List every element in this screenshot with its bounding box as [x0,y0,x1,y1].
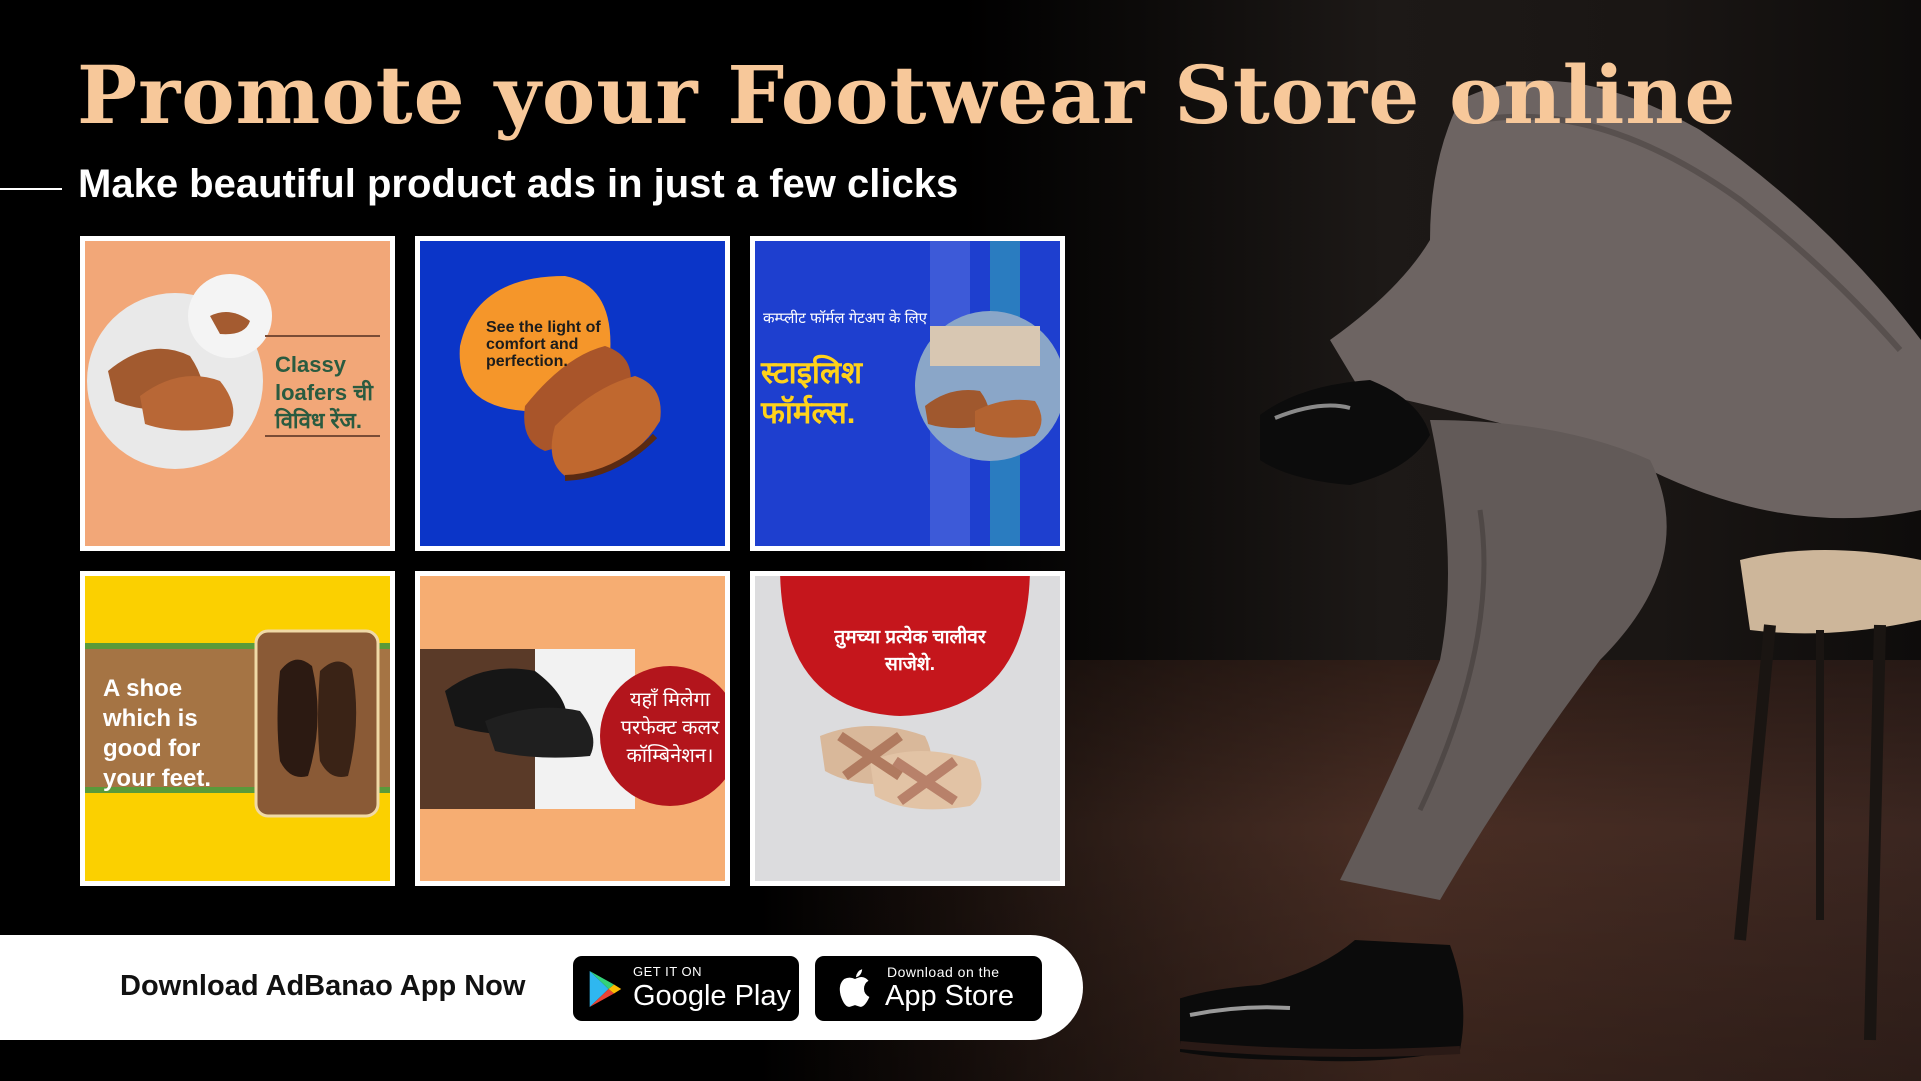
card-3-caption-small: कम्प्लीट फॉर्मल गेटअप के लिए [763,310,927,327]
ad-template-card[interactable]: Classy loafers ची विविध रेंज. [80,236,395,551]
app-store-big-text: App Store [885,980,1014,1012]
card-2-caption: See the light of comfort and perfection. [486,319,601,370]
google-play-small-text: GET IT ON [633,964,703,979]
ad-template-card[interactable]: A shoe which is good for your feet. [80,571,395,886]
card-4-caption: A shoe which is good for your feet. [103,675,212,792]
subheadline-divider [0,188,62,190]
subheadline: Make beautiful product ads in just a few… [78,162,959,206]
seated-man-photo [1180,80,1921,1062]
download-bar: Download AdBanao App Now GET IT ON Googl… [0,935,1083,1040]
app-store-button[interactable]: Download on the App Store [815,956,1042,1021]
apple-icon [839,969,870,1007]
ad-template-grid: Classy loafers ची विविध रेंज. See the li… [80,236,1068,888]
headline: Promote your Footwear Store online [77,48,1737,142]
download-label: Download AdBanao App Now [120,970,526,1002]
app-store-small-text: Download on the [887,964,1000,980]
card-3-caption-big: स्टाइलिश फॉर्मल्स. [761,355,863,430]
ad-template-card[interactable]: तुमच्या प्रत्येक चालीवर साजेशे. [750,571,1065,886]
card-1-caption: Classy loafers ची विविध रेंज. [275,352,373,433]
card-5-caption: यहाँ मिलेगा परफेक्ट कलर कॉम्बिनेशन। [620,689,720,767]
google-play-button[interactable]: GET IT ON Google Play [573,956,799,1021]
sandals-image [780,576,1030,810]
banner: Promote your Footwear Store online Make … [0,0,1921,1081]
google-play-big-text: Google Play [633,980,791,1012]
google-play-icon [589,971,622,1007]
formal-shoes-image [459,276,661,481]
ad-template-card[interactable]: See the light of comfort and perfection. [415,236,730,551]
ad-template-card[interactable]: यहाँ मिलेगा परफेक्ट कलर कॉम्बिनेशन। [415,571,730,886]
ad-template-card[interactable]: कम्प्लीट फॉर्मल गेटअप के लिए स्टाइलिश फॉ… [750,236,1065,551]
card-6-caption: तुमच्या प्रत्येक चालीवर साजेशे. [834,627,986,675]
